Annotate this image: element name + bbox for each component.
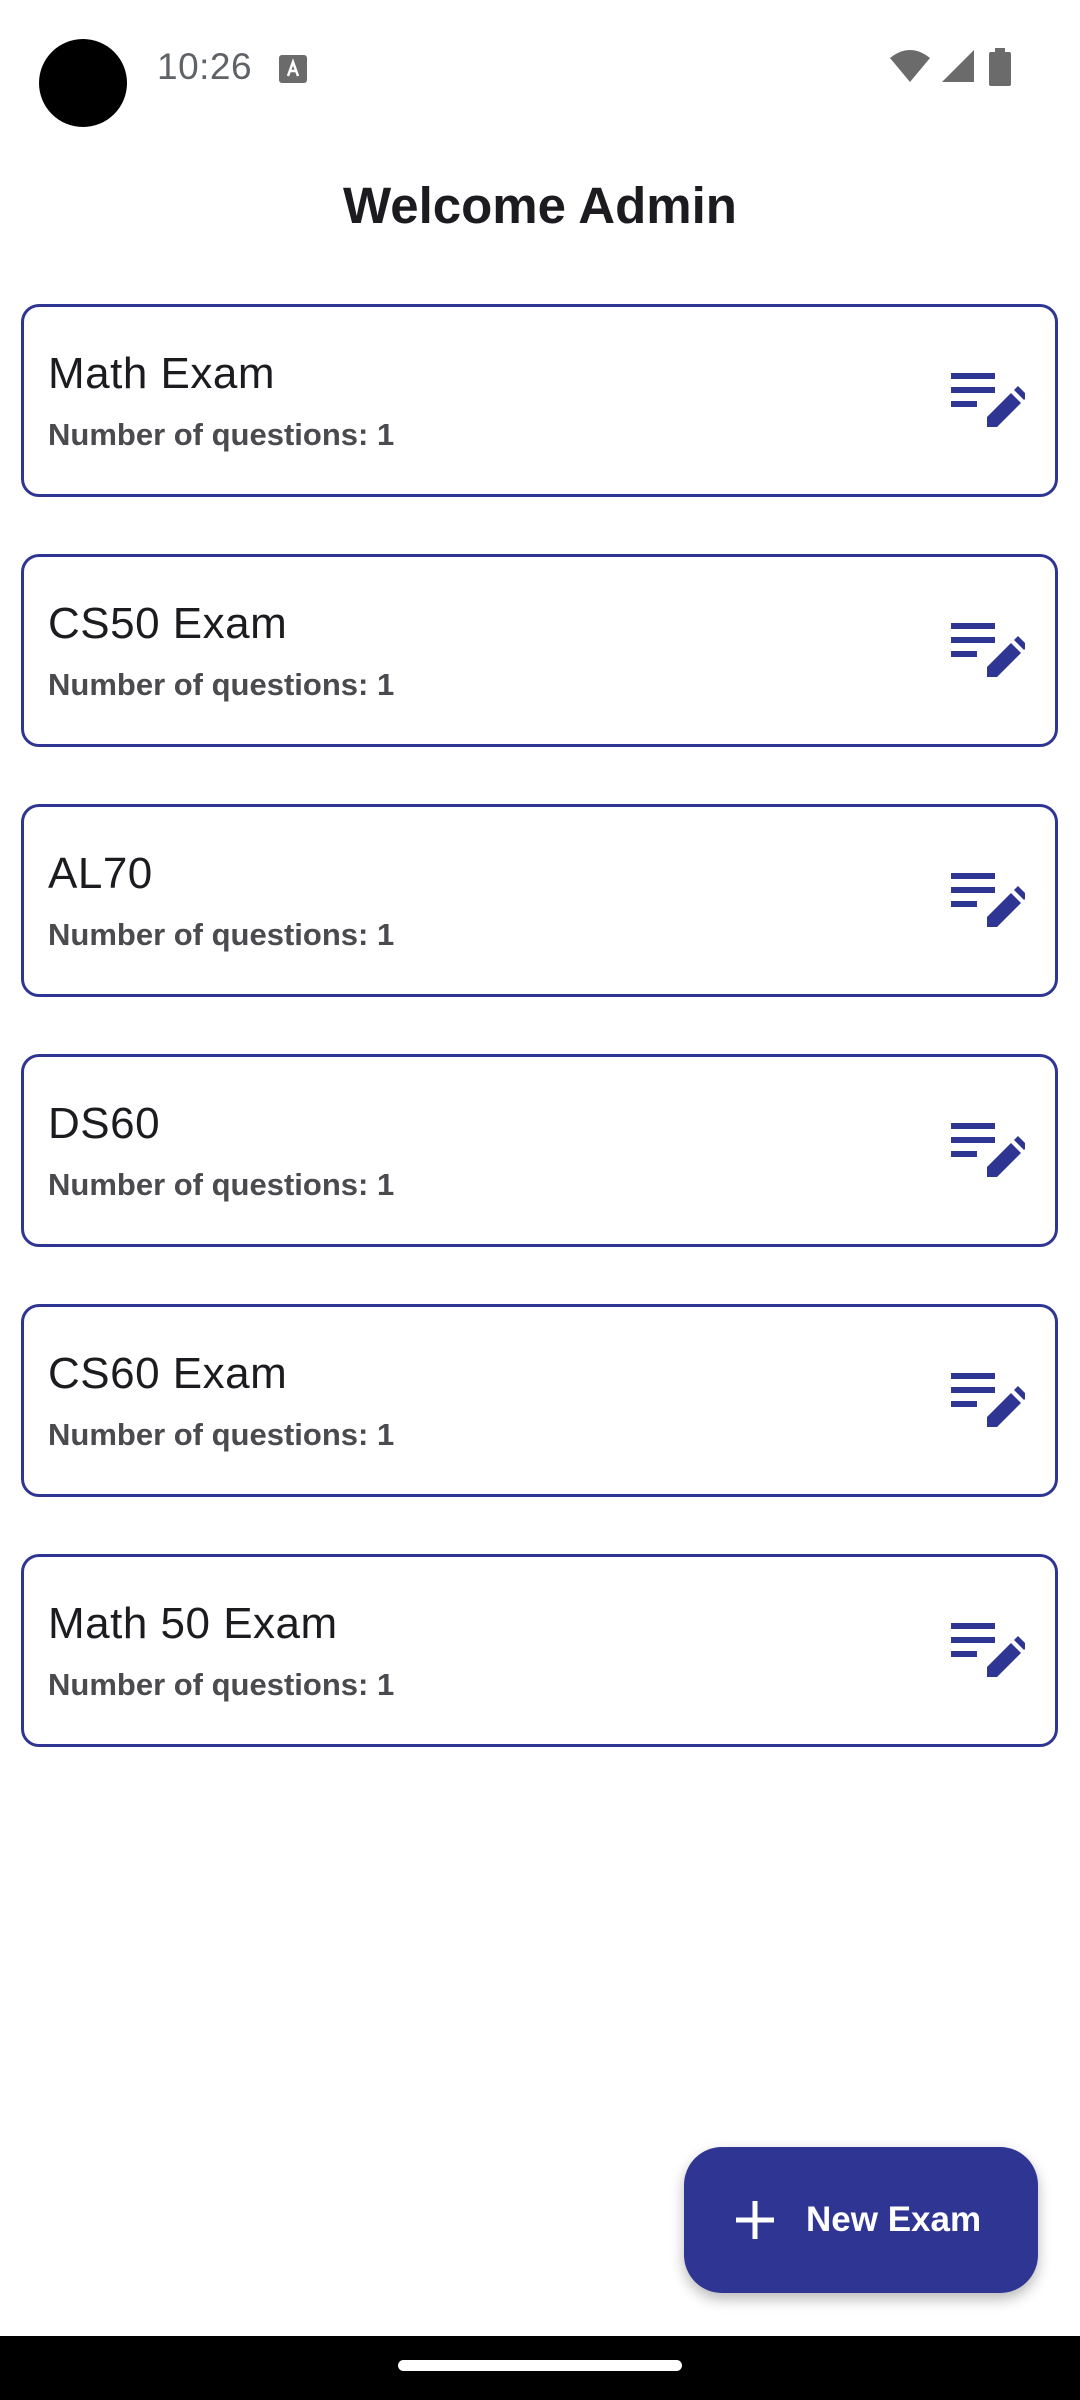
- exam-card[interactable]: CS60 Exam Number of questions: 1: [21, 1304, 1058, 1497]
- exam-list: Math Exam Number of questions: 1 CS50 Ex…: [21, 304, 1058, 1804]
- exam-card[interactable]: DS60 Number of questions: 1: [21, 1054, 1058, 1247]
- exam-question-count: Number of questions: 1: [48, 917, 395, 952]
- edit-list-icon[interactable]: [949, 619, 1025, 685]
- keyboard-notification-icon: [279, 55, 307, 83]
- exam-name: CS60 Exam: [48, 1349, 288, 1398]
- exam-card[interactable]: CS50 Exam Number of questions: 1: [21, 554, 1058, 747]
- navigation-bar: [0, 2336, 1080, 2400]
- exam-question-count: Number of questions: 1: [48, 417, 395, 452]
- wifi-icon: [890, 50, 930, 82]
- new-exam-label: New Exam: [806, 2200, 982, 2239]
- exam-name: AL70: [48, 849, 153, 898]
- exam-question-count: Number of questions: 1: [48, 667, 395, 702]
- screen: 10:26 Welcome Admin Math Exam Number of …: [0, 0, 1080, 2400]
- plus-icon: [736, 2201, 774, 2239]
- signal-icon: [942, 50, 974, 82]
- status-bar: 10:26: [0, 0, 1080, 134]
- edit-list-icon[interactable]: [949, 1119, 1025, 1185]
- edit-list-icon[interactable]: [949, 1369, 1025, 1435]
- edit-list-icon[interactable]: [949, 369, 1025, 435]
- exam-question-count: Number of questions: 1: [48, 1667, 395, 1702]
- exam-card[interactable]: Math Exam Number of questions: 1: [21, 304, 1058, 497]
- battery-icon: [989, 48, 1011, 86]
- home-gesture-handle[interactable]: [398, 2360, 682, 2371]
- page-title: Welcome Admin: [343, 177, 737, 234]
- exam-name: CS50 Exam: [48, 599, 288, 648]
- status-time: 10:26: [157, 46, 253, 87]
- camera-cutout: [39, 39, 127, 127]
- exam-name: DS60: [48, 1099, 161, 1148]
- edit-list-icon[interactable]: [949, 869, 1025, 935]
- exam-question-count: Number of questions: 1: [48, 1167, 395, 1202]
- exam-question-count: Number of questions: 1: [48, 1417, 395, 1452]
- exam-card[interactable]: Math 50 Exam Number of questions: 1: [21, 1554, 1058, 1747]
- edit-list-icon[interactable]: [949, 1619, 1025, 1685]
- new-exam-button[interactable]: New Exam: [684, 2147, 1038, 2293]
- status-icons: [880, 48, 1080, 88]
- exam-name: Math Exam: [48, 349, 276, 398]
- exam-card[interactable]: AL70 Number of questions: 1: [21, 804, 1058, 997]
- exam-name: Math 50 Exam: [48, 1599, 338, 1648]
